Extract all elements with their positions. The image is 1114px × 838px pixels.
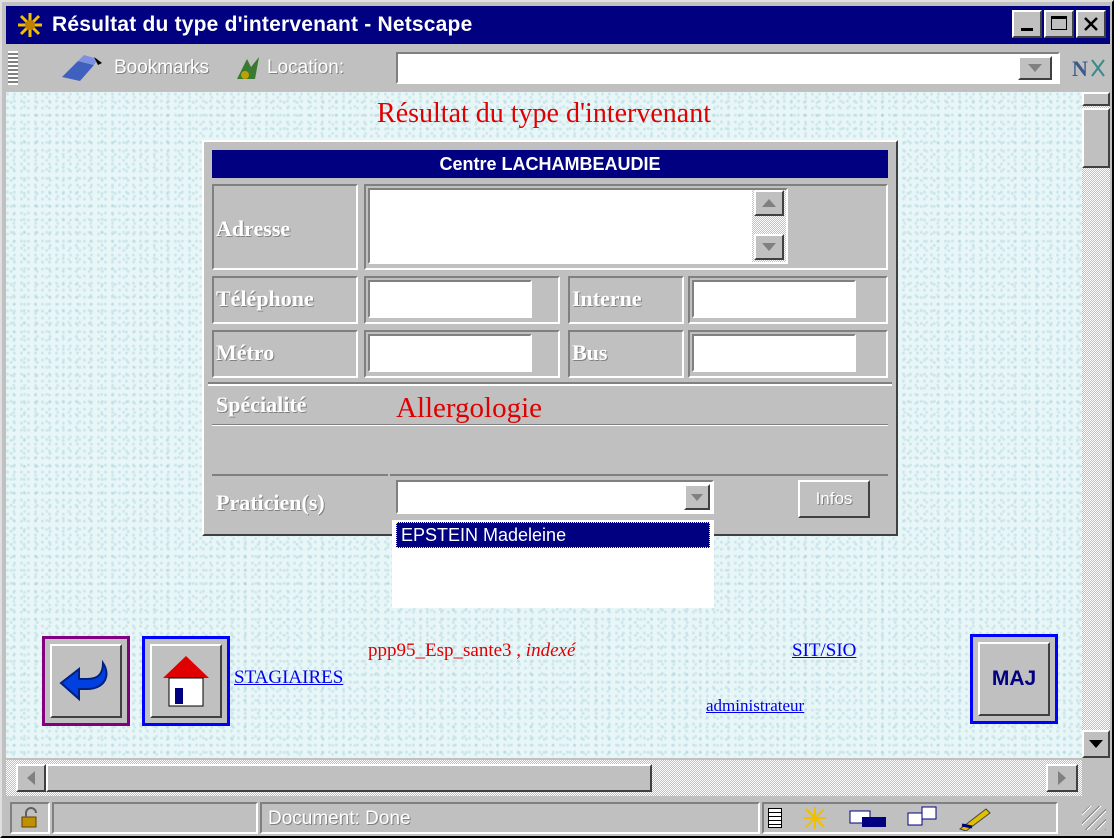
adresse-scrollbar[interactable] [752,190,786,262]
home-icon [150,644,222,718]
adresse-textarea[interactable] [368,188,788,264]
vertical-scrollbar[interactable] [1082,92,1110,758]
document-separator: , [511,640,526,661]
netscape-throbber-icon[interactable]: N [1066,52,1110,84]
svg-text:N: N [1072,56,1088,80]
close-button[interactable] [1076,10,1106,38]
infos-button[interactable]: Infos [798,480,870,518]
location-label: Location: [267,57,345,78]
arrow-down-icon [1089,740,1103,748]
composer-icon[interactable] [958,805,992,831]
maj-label: MAJ [978,642,1050,716]
component-bar [762,802,1058,834]
arrow-left-icon [27,771,35,785]
scroll-right-button[interactable] [1046,764,1078,792]
scroll-up-button[interactable] [1082,92,1110,106]
metro-input[interactable] [368,334,532,372]
mail-icon[interactable] [848,805,888,831]
navigator-icon[interactable] [800,805,830,831]
maximize-button[interactable] [1044,10,1074,38]
praticiens-dropdown-button[interactable] [684,484,710,510]
praticiens-label: Praticien(s) [216,490,325,515]
bus-label: Bus [572,340,608,365]
close-icon [1084,17,1098,31]
location-icon [233,53,263,83]
minimize-button[interactable] [1012,10,1042,38]
page-content: Résultat du type d'intervenant Centre LA… [6,92,1082,758]
browser-window: Résultat du type d'intervenant - Netscap… [0,0,1114,838]
progress-panel [52,802,258,834]
scroll-left-button[interactable] [16,764,46,792]
sit-sio-link[interactable]: SIT/SIO [792,640,856,662]
adresse-scroll-down[interactable] [754,234,784,260]
arrow-right-icon [1058,771,1066,785]
interne-label: Interne [572,286,642,311]
maj-button[interactable]: MAJ [970,634,1058,724]
document-info: ppp95_Esp_sante3 , indexé [368,640,575,662]
chevron-down-icon [691,493,703,501]
vertical-scroll-thumb[interactable] [1082,108,1110,168]
horizontal-scroll-thumb[interactable] [46,764,652,792]
horizontal-scrollbar[interactable] [6,760,1082,796]
section-divider [208,382,892,386]
praticiens-dropdown-list: EPSTEIN Madeleine [392,520,714,608]
metro-label: Métro [216,340,275,365]
page-title: Résultat du type d'intervenant [377,98,711,129]
specialite-rule [212,424,888,426]
document-name: ppp95_Esp_sante3 [368,640,512,661]
arrow-up-icon [762,199,776,207]
specialite-value: Allergologie [396,392,543,424]
praticiens-select[interactable] [396,480,714,514]
administrateur-link[interactable]: administrateur [706,696,804,716]
location-input[interactable] [396,52,1060,84]
scroll-down-button[interactable] [1082,730,1110,758]
scrollbar-corner [1082,760,1110,796]
chevron-down-icon [1028,64,1042,72]
stagiaires-link[interactable]: STAGIAIRES [234,667,343,689]
location-toolbar: Bookmarks Location: N [6,48,1110,88]
maximize-icon [1051,16,1067,30]
toolbar-grip[interactable] [8,51,18,85]
discussion-icon[interactable] [906,805,940,831]
status-bar: Document: Done [6,800,1110,836]
home-button[interactable] [142,636,230,726]
grip-icon [768,808,782,828]
back-arrow-icon [50,644,122,718]
adresse-label: Adresse [216,216,291,241]
back-button[interactable] [42,636,130,726]
resize-grip[interactable] [1082,806,1106,830]
location-dropdown-button[interactable] [1018,56,1052,80]
specialite-label: Spécialité [216,392,307,417]
bookmarks-icon[interactable] [58,51,108,85]
center-name-header: Centre LACHAMBEAUDIE [212,150,888,178]
window-title: Résultat du type d'intervenant - Netscap… [52,13,473,36]
arrow-down-icon [762,243,776,251]
interne-input[interactable] [692,280,856,318]
bookmarks-label[interactable]: Bookmarks [114,57,209,79]
document-state: indexé [525,640,576,661]
security-lock-icon[interactable] [10,802,50,834]
title-bar: Résultat du type d'intervenant - Netscap… [6,6,1110,44]
status-text: Document: Done [268,808,411,829]
netscape-app-icon [12,10,48,40]
center-form-panel: Centre LACHAMBEAUDIE Adresse Téléphone I… [202,140,898,536]
bus-input[interactable] [692,334,856,372]
telephone-input[interactable] [368,280,532,318]
telephone-label: Téléphone [216,286,314,311]
status-text-panel: Document: Done [260,802,760,834]
adresse-scroll-up[interactable] [754,190,784,216]
minimize-icon [1021,28,1033,31]
praticien-option[interactable]: EPSTEIN Madeleine [396,522,710,548]
